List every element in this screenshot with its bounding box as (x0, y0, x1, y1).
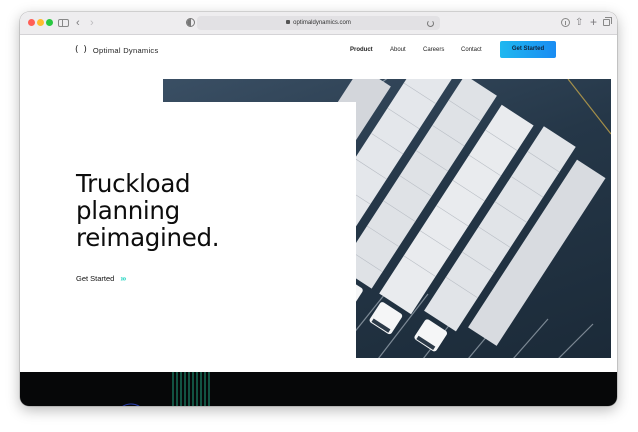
nav-link-about[interactable]: About (390, 47, 406, 53)
minimize-window-button[interactable] (37, 19, 44, 26)
close-window-button[interactable] (28, 19, 35, 26)
tab-overview-icon[interactable] (603, 17, 612, 26)
decorative-lines-graphic (122, 372, 210, 406)
lock-icon (286, 20, 291, 24)
site-header: ( ) Optimal Dynamics Product About Caree… (20, 35, 617, 79)
browser-toolbar: ‹ › optimaldynamics.com ⇧ + (20, 12, 617, 35)
triple-chevron-right-icon: ››› (120, 274, 126, 283)
headline-line: reimagined. (76, 223, 220, 252)
new-tab-icon[interactable]: + (590, 15, 597, 29)
sidebar-toggle-icon[interactable] (58, 19, 69, 27)
site-logo[interactable]: ( ) Optimal Dynamics (75, 44, 159, 56)
address-bar[interactable]: optimaldynamics.com (197, 16, 440, 30)
privacy-shield-icon[interactable] (186, 18, 195, 27)
back-icon[interactable]: ‹ (76, 16, 80, 30)
logo-text: Optimal Dynamics (92, 45, 159, 55)
nav-link-careers[interactable]: Careers (423, 47, 444, 53)
reload-icon[interactable] (427, 20, 434, 27)
logo-mark-icon: ( ) (75, 45, 88, 55)
downloads-icon[interactable] (561, 18, 570, 27)
hero-get-started-link[interactable]: Get Started ››› (76, 274, 126, 283)
header-get-started-button[interactable]: Get Started (500, 41, 556, 58)
nav-link-contact[interactable]: Contact (461, 47, 482, 53)
forward-icon[interactable]: › (90, 16, 94, 30)
headline-line: Truckload (76, 169, 191, 198)
hero-headline: Truckload planning reimagined. (76, 169, 220, 252)
headline-line: planning (76, 196, 180, 225)
zoom-window-button[interactable] (46, 19, 53, 26)
url-display[interactable]: optimaldynamics.com (197, 16, 440, 30)
url-text: optimaldynamics.com (293, 20, 351, 26)
dark-section (20, 372, 617, 406)
hero-get-started-label: Get Started (76, 274, 115, 283)
nav-link-product[interactable]: Product (350, 47, 373, 53)
browser-window: ‹ › optimaldynamics.com ⇧ + ( ) Optimal … (20, 12, 617, 406)
share-icon[interactable]: ⇧ (575, 16, 583, 30)
page-viewport: ( ) Optimal Dynamics Product About Caree… (20, 35, 617, 406)
